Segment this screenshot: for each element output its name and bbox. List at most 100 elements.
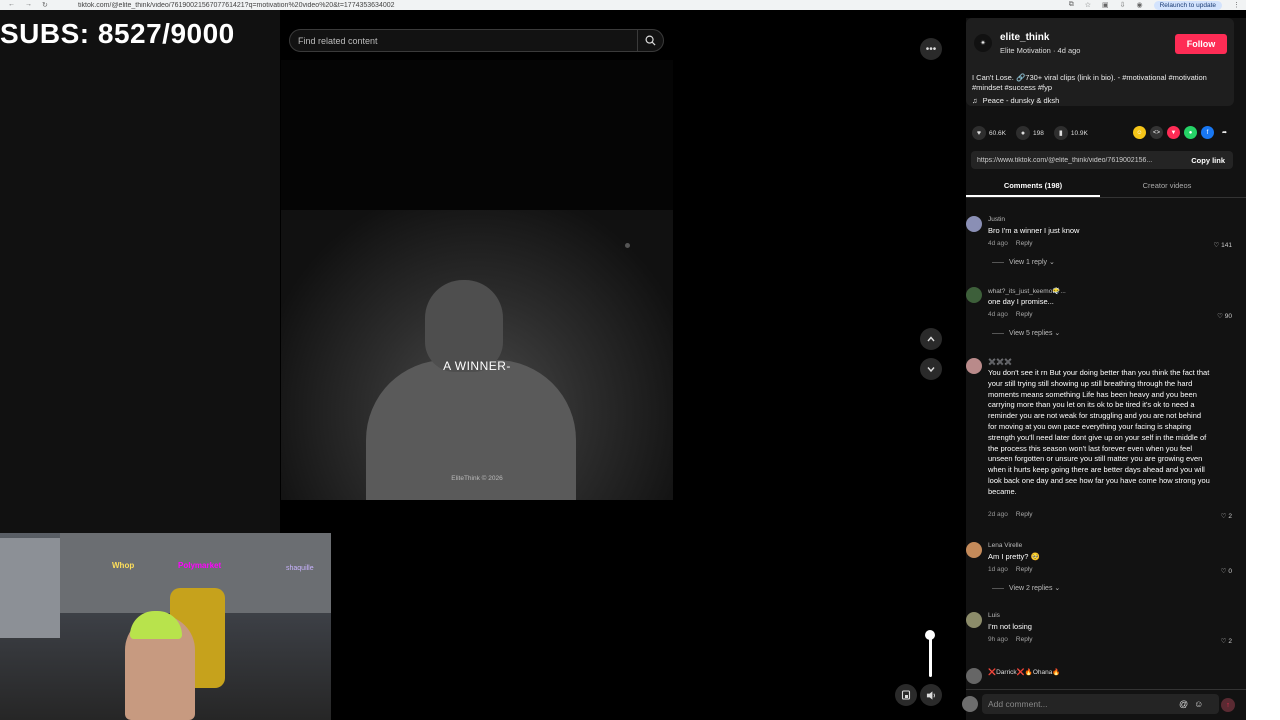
neon-sign-whop: Whop <box>112 561 135 570</box>
comment-like-button[interactable]: ♡ 2 <box>1221 512 1232 520</box>
comment-time: 4d ago <box>988 240 1008 247</box>
save-count: 10.9K <box>1070 129 1088 137</box>
commenter-name[interactable]: Lena Virelle <box>988 542 1022 549</box>
volume-button[interactable] <box>920 684 942 706</box>
commenter-avatar[interactable] <box>966 612 982 628</box>
comment-like-count: 2 <box>1228 638 1232 645</box>
comment-like-button[interactable]: ♡ 90 <box>1217 312 1232 320</box>
music-link[interactable]: ♫ Peace - dunsky & dksh <box>972 96 1059 105</box>
chevron-down-icon: ⌄ <box>1048 259 1055 266</box>
emoji-share-icon[interactable]: ☺ <box>1133 126 1146 139</box>
send-to-friends-icon[interactable]: ▼ <box>1167 126 1180 139</box>
embed-icon[interactable]: <> <box>1150 126 1163 139</box>
chevron-up-icon <box>927 336 935 342</box>
comment-icon: ● <box>1016 126 1030 140</box>
post-comment-button[interactable]: ↑ <box>1221 698 1235 712</box>
heart-outline-icon: ♡ <box>1217 313 1223 320</box>
downloads-icon[interactable]: ⇩ <box>1120 1 1126 9</box>
profile-icon[interactable]: ◉ <box>1137 1 1143 9</box>
mention-icon[interactable]: @ <box>1179 699 1188 709</box>
commenter-name[interactable]: Justin <box>988 216 1005 223</box>
tab-creator-videos[interactable]: Creator videos <box>1100 178 1234 197</box>
browser-actions: ⧉ ☆ ▣ ⇩ ◉ Relaunch to update ⋮ <box>1069 0 1246 10</box>
copy-link-box: https://www.tiktok.com/@elite_think/vide… <box>971 151 1233 169</box>
follow-button[interactable]: Follow <box>1175 34 1227 54</box>
creator-avatar[interactable]: ✴ <box>974 34 992 52</box>
commenter-name[interactable]: ✖️✖️✖️ <box>988 358 1012 366</box>
commenter-avatar[interactable] <box>966 358 982 374</box>
view-replies-button[interactable]: View 5 replies ⌄ <box>992 329 1060 337</box>
heart-outline-icon: ♡ <box>1213 242 1220 249</box>
comment-like-button[interactable]: ♡ 0 <box>1221 567 1232 575</box>
commenter-avatar[interactable] <box>966 287 982 303</box>
like-stat[interactable]: ♥ 60.6K <box>972 126 1006 140</box>
pip-button[interactable] <box>895 684 917 706</box>
creator-display-name: Elite Motivation · 4d ago <box>1000 46 1081 55</box>
comment-meta: 4d ago Reply <box>988 311 1033 318</box>
commenter-name[interactable]: what?_its_just_keemo😶‍🌫️... <box>988 287 1066 295</box>
panel-tabs: Comments (198) Creator videos <box>966 178 1246 198</box>
next-video-button[interactable] <box>920 358 942 380</box>
view-replies-label: View 2 replies <box>1009 585 1053 592</box>
comment-like-button[interactable]: ♡ 2 <box>1221 637 1232 645</box>
reload-icon[interactable]: ↻ <box>42 1 48 9</box>
comment-meta: 4d ago Reply <box>988 240 1033 247</box>
whatsapp-icon[interactable]: ● <box>1184 126 1197 139</box>
like-count: 60.6K <box>989 129 1006 137</box>
comment-like-button[interactable]: ♡ 141 <box>1214 241 1233 249</box>
commenter-name[interactable]: ❌Darrick❌🔥Ohana🔥 <box>988 668 1060 676</box>
side-panel: ✴ elite_think Elite Motivation · 4d ago … <box>962 18 1246 720</box>
creator-username[interactable]: elite_think <box>1000 32 1049 43</box>
extensions-icon[interactable]: ▣ <box>1102 1 1109 9</box>
reply-button[interactable]: Reply <box>1016 240 1033 247</box>
comment-text: You don't see it rn But your doing bette… <box>988 368 1210 496</box>
share-options: ☺ <> ▼ ● f ➦ <box>1133 126 1231 139</box>
reply-button[interactable]: Reply <box>1016 511 1033 518</box>
webcam-overlay: Whop Polymarket shaquille <box>0 533 331 720</box>
heart-outline-icon: ♡ <box>1220 513 1227 520</box>
facebook-icon[interactable]: f <box>1201 126 1214 139</box>
video-watermark: EliteThink © 2026 <box>451 475 503 482</box>
video-description: I Can't Lose. 🔗730+ viral clips (link in… <box>972 73 1207 92</box>
commenter-avatar[interactable] <box>966 542 982 558</box>
reply-button[interactable]: Reply <box>1016 311 1033 318</box>
view-replies-button[interactable]: View 1 reply ⌄ <box>992 258 1055 266</box>
copy-link-button[interactable]: Copy link <box>1191 156 1233 165</box>
back-icon[interactable]: ← <box>8 1 15 9</box>
commenter-avatar[interactable] <box>966 668 982 684</box>
comment-stat[interactable]: ● 198 <box>1016 126 1044 140</box>
relaunch-button[interactable]: Relaunch to update <box>1153 0 1222 10</box>
browser-toolbar: ← → ↻ tiktok.com/@elite_think/video/7619… <box>0 0 1246 10</box>
comment-like-count: 90 <box>1224 313 1232 320</box>
search-bar[interactable]: Find related content <box>289 29 664 52</box>
emoji-icon[interactable]: ☺ <box>1194 699 1203 709</box>
volume-slider-knob[interactable] <box>925 630 935 640</box>
search-button[interactable] <box>637 30 663 51</box>
address-bar[interactable]: tiktok.com/@elite_think/video/7619002156… <box>78 2 1069 9</box>
share-arrow-icon[interactable]: ➦ <box>1218 126 1231 139</box>
search-input[interactable]: Find related content <box>298 36 637 46</box>
comment-time: 2d ago <box>988 511 1008 518</box>
view-replies-button[interactable]: View 2 replies ⌄ <box>992 584 1060 592</box>
menu-icon[interactable]: ⋮ <box>1233 1 1240 9</box>
tab-comments[interactable]: Comments (198) <box>966 178 1100 197</box>
bookmark-star-icon[interactable]: ☆ <box>1085 1 1091 9</box>
arrow-up-icon: ↑ <box>1226 701 1230 709</box>
forward-icon[interactable]: → <box>25 1 32 9</box>
comment-meta: 9h ago Reply <box>988 636 1033 643</box>
reply-button[interactable]: Reply <box>1016 636 1033 643</box>
save-stat[interactable]: ▮ 10.9K <box>1053 126 1088 140</box>
previous-video-button[interactable] <box>920 328 942 350</box>
screenshot-icon[interactable]: ⧉ <box>1069 1 1074 9</box>
reply-button[interactable]: Reply <box>1016 566 1033 573</box>
view-replies-label: View 1 reply <box>1009 259 1048 266</box>
commenter-avatar[interactable] <box>966 216 982 232</box>
commenter-name[interactable]: Luis <box>988 612 1000 619</box>
comment-meta: 2d ago Reply <box>988 511 1033 518</box>
music-note-icon: ♫ <box>972 96 978 105</box>
comment-like-count: 0 <box>1228 568 1232 575</box>
more-icon: ••• <box>925 43 937 55</box>
browser-nav: ← → ↻ <box>0 1 78 9</box>
more-options-button[interactable]: ••• <box>920 38 942 60</box>
video-player[interactable]: A WINNER- EliteThink © 2026 <box>281 60 673 500</box>
